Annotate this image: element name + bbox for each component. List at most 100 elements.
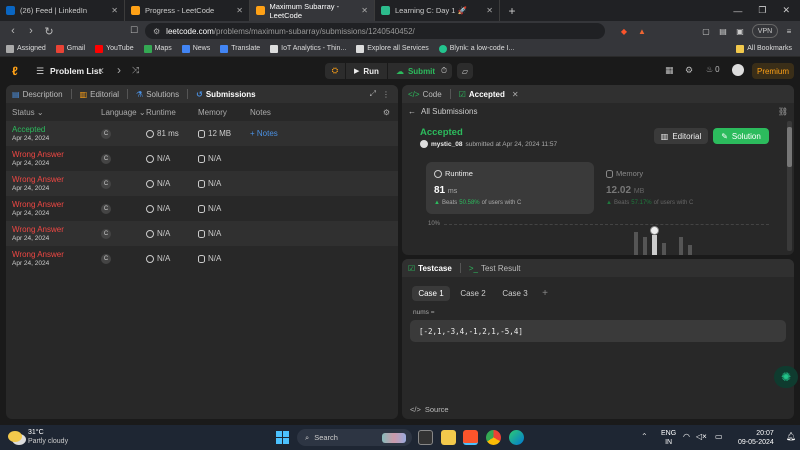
- browser-tab-maximum-subarray[interactable]: Maximum Subarray - LeetCode ✕: [250, 0, 375, 21]
- back-icon[interactable]: ‹: [4, 25, 22, 37]
- menu-icon[interactable]: ≡: [784, 24, 794, 38]
- streak-counter[interactable]: ♨ 0: [706, 65, 720, 74]
- share-link-icon[interactable]: ⛓: [778, 107, 788, 116]
- chatgpt-extension-icon[interactable]: ✺: [774, 366, 798, 388]
- status-wrong-answer[interactable]: Wrong Answer: [12, 175, 96, 184]
- close-icon[interactable]: ✕: [236, 6, 243, 15]
- param-input[interactable]: [-2,1,-3,4,-1,2,1,-5,4]: [410, 320, 786, 342]
- brave-rewards-icon[interactable]: ▲: [636, 24, 648, 38]
- new-tab-button[interactable]: +: [500, 0, 524, 21]
- forward-icon[interactable]: ›: [22, 25, 40, 37]
- tab-editorial[interactable]: ▥ Editorial: [80, 90, 119, 99]
- runtime-card[interactable]: Runtime 81 ms ▲ Beats 50.58% of users with …: [426, 162, 594, 214]
- weather-temp[interactable]: 31°C: [28, 429, 44, 436]
- tab-description[interactable]: ▤ Description: [12, 90, 63, 99]
- bookmark-news[interactable]: News: [181, 44, 210, 53]
- leetcode-logo-icon[interactable]: ℓ: [12, 64, 18, 78]
- table-row[interactable]: Wrong Answer Apr 24, 2024 C N/A N/A: [6, 221, 398, 246]
- url-input[interactable]: ⚙ leetcode.com/problems/maximum-subarray…: [145, 23, 605, 39]
- add-notes-button[interactable]: + Notes: [250, 129, 278, 138]
- close-tab-icon[interactable]: ✕: [512, 90, 519, 99]
- premium-button[interactable]: Premium: [752, 63, 794, 79]
- browser-tab-progress[interactable]: Progress - LeetCode ✕: [125, 0, 250, 21]
- case-1-tab[interactable]: Case 1: [412, 286, 450, 301]
- bookmark-gmail[interactable]: Gmail: [55, 44, 85, 53]
- sidebar-icon[interactable]: ▤: [717, 24, 729, 38]
- settings-icon[interactable]: ⚙: [383, 108, 390, 117]
- edge-icon[interactable]: [509, 430, 524, 445]
- case-2-tab[interactable]: Case 2: [454, 286, 492, 301]
- scrollbar-thumb[interactable]: [787, 127, 792, 167]
- solution-button[interactable]: ✎ Solution: [713, 128, 769, 144]
- close-icon[interactable]: ✕: [361, 6, 368, 15]
- wifi-icon[interactable]: ◠: [683, 432, 690, 441]
- chrome-icon[interactable]: [486, 430, 501, 445]
- notifications-icon[interactable]: 🔔︎: [786, 432, 796, 441]
- table-row[interactable]: Accepted Apr 24, 2024 C 81 ms 12 MB + Not…: [6, 121, 398, 146]
- prev-problem-icon[interactable]: ‹: [100, 63, 104, 77]
- language-indicator[interactable]: ENG IN: [661, 429, 676, 447]
- close-icon[interactable]: ✕: [111, 6, 118, 15]
- weather-desc[interactable]: Partly cloudy: [28, 438, 68, 445]
- close-icon[interactable]: ✕: [486, 6, 493, 15]
- bookmark-assigned[interactable]: Assigned: [6, 44, 46, 53]
- task-view-icon[interactable]: [418, 430, 433, 445]
- username[interactable]: mystic_08: [431, 141, 462, 148]
- status-accepted[interactable]: Accepted: [12, 125, 96, 134]
- more-icon[interactable]: ⋮: [382, 90, 390, 99]
- column-status[interactable]: Status ⌄: [6, 108, 96, 117]
- memory-card[interactable]: Memory 12.02 MB ▲ Beats 57.17% of users wit…: [598, 162, 708, 214]
- bookmark-iot-analytics[interactable]: IoT Analytics - Thin...: [270, 44, 346, 53]
- table-row[interactable]: Wrong Answer Apr 24, 2024 C N/A N/A: [6, 196, 398, 221]
- tab-submissions[interactable]: ↺ Submissions: [196, 90, 256, 99]
- all-bookmarks[interactable]: All Bookmarks: [736, 44, 792, 53]
- tab-code[interactable]: </> Code: [408, 90, 442, 99]
- vpn-button[interactable]: VPN: [752, 24, 778, 38]
- bookmark-icon[interactable]: ☐: [130, 25, 138, 36]
- debug-icon[interactable]: ⛭: [325, 66, 345, 76]
- browser-tab-linkedin[interactable]: (26) Feed | LinkedIn ✕: [0, 0, 125, 21]
- add-case-icon[interactable]: +: [538, 286, 552, 301]
- status-wrong-answer[interactable]: Wrong Answer: [12, 150, 96, 159]
- minimize-icon[interactable]: —: [733, 6, 742, 16]
- tab-test-result[interactable]: >_ Test Result: [469, 264, 521, 273]
- maximize-panel-icon[interactable]: ⤢: [370, 89, 376, 99]
- tab-testcase[interactable]: ☑ Testcase: [408, 264, 452, 273]
- site-info-icon[interactable]: ⚙: [153, 27, 160, 36]
- next-problem-icon[interactable]: ›: [117, 63, 121, 77]
- file-explorer-icon[interactable]: [441, 430, 456, 445]
- browser-tab-learning-c[interactable]: Learning C: Day 1 🚀 ✕: [375, 0, 500, 21]
- problem-list-link[interactable]: Problem List: [50, 66, 101, 76]
- table-row[interactable]: Wrong Answer Apr 24, 2024 C N/A N/A: [6, 246, 398, 271]
- taskbar-search[interactable]: ⌕ Search: [297, 429, 412, 446]
- layout-icon[interactable]: ▦: [665, 65, 674, 76]
- table-row[interactable]: Wrong Answer Apr 24, 2024 C N/A N/A: [6, 171, 398, 196]
- bookmark-translate[interactable]: Translate: [220, 44, 260, 53]
- status-wrong-answer[interactable]: Wrong Answer: [12, 225, 96, 234]
- timer-icon[interactable]: ⏱: [436, 63, 452, 79]
- brave-shield-icon[interactable]: ◆: [618, 24, 630, 38]
- brave-browser-icon[interactable]: [463, 430, 478, 445]
- show-hidden-icons[interactable]: ⌃: [641, 432, 648, 441]
- maximize-icon[interactable]: ❐: [758, 5, 766, 16]
- battery-icon[interactable]: ▭: [715, 432, 723, 441]
- reload-icon[interactable]: ↻: [40, 25, 58, 38]
- status-wrong-answer[interactable]: Wrong Answer: [12, 250, 96, 259]
- run-button[interactable]: ▶ Run: [345, 63, 387, 79]
- tab-solutions[interactable]: ⚗ Solutions: [136, 90, 179, 99]
- tab-accepted[interactable]: ☑ Accepted ✕: [459, 90, 519, 99]
- settings-icon[interactable]: ⚙: [685, 65, 693, 76]
- bookmark-maps[interactable]: Maps: [143, 44, 172, 53]
- editorial-button[interactable]: ▥ Editorial: [654, 128, 708, 144]
- bookmark-explore-services[interactable]: Explore all Services: [356, 44, 429, 53]
- table-row[interactable]: Wrong Answer Apr 24, 2024 C N/A N/A: [6, 146, 398, 171]
- column-language[interactable]: Language ⌄: [96, 108, 146, 117]
- submit-button[interactable]: ☁ Submit: [386, 63, 443, 79]
- notes-icon[interactable]: ▱: [457, 63, 473, 79]
- source-toggle[interactable]: </> Source: [410, 405, 449, 414]
- bookmark-blynk[interactable]: Blynk: a low-code I...: [438, 44, 514, 53]
- close-window-icon[interactable]: ✕: [782, 5, 790, 16]
- bookmark-youtube[interactable]: YouTube: [95, 44, 134, 53]
- clock[interactable]: 20:07 09-05-2024: [738, 429, 774, 447]
- windows-start-icon[interactable]: [276, 431, 289, 444]
